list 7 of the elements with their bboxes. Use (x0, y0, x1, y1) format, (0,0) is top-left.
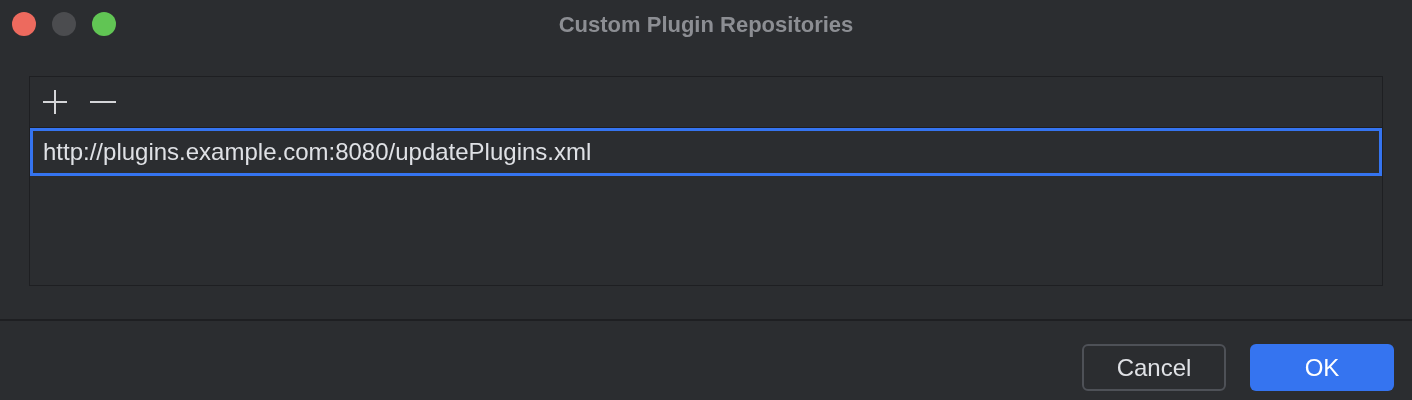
zoom-button[interactable] (92, 12, 116, 36)
ok-button[interactable]: OK (1250, 344, 1394, 391)
close-button[interactable] (12, 12, 36, 36)
cancel-button[interactable]: Cancel (1082, 344, 1226, 391)
repository-row[interactable]: http://plugins.example.com:8080/updatePlugins.xml (30, 128, 1382, 176)
add-icon[interactable] (42, 89, 68, 115)
window-title: Custom Plugin Repositories (558, 10, 854, 39)
